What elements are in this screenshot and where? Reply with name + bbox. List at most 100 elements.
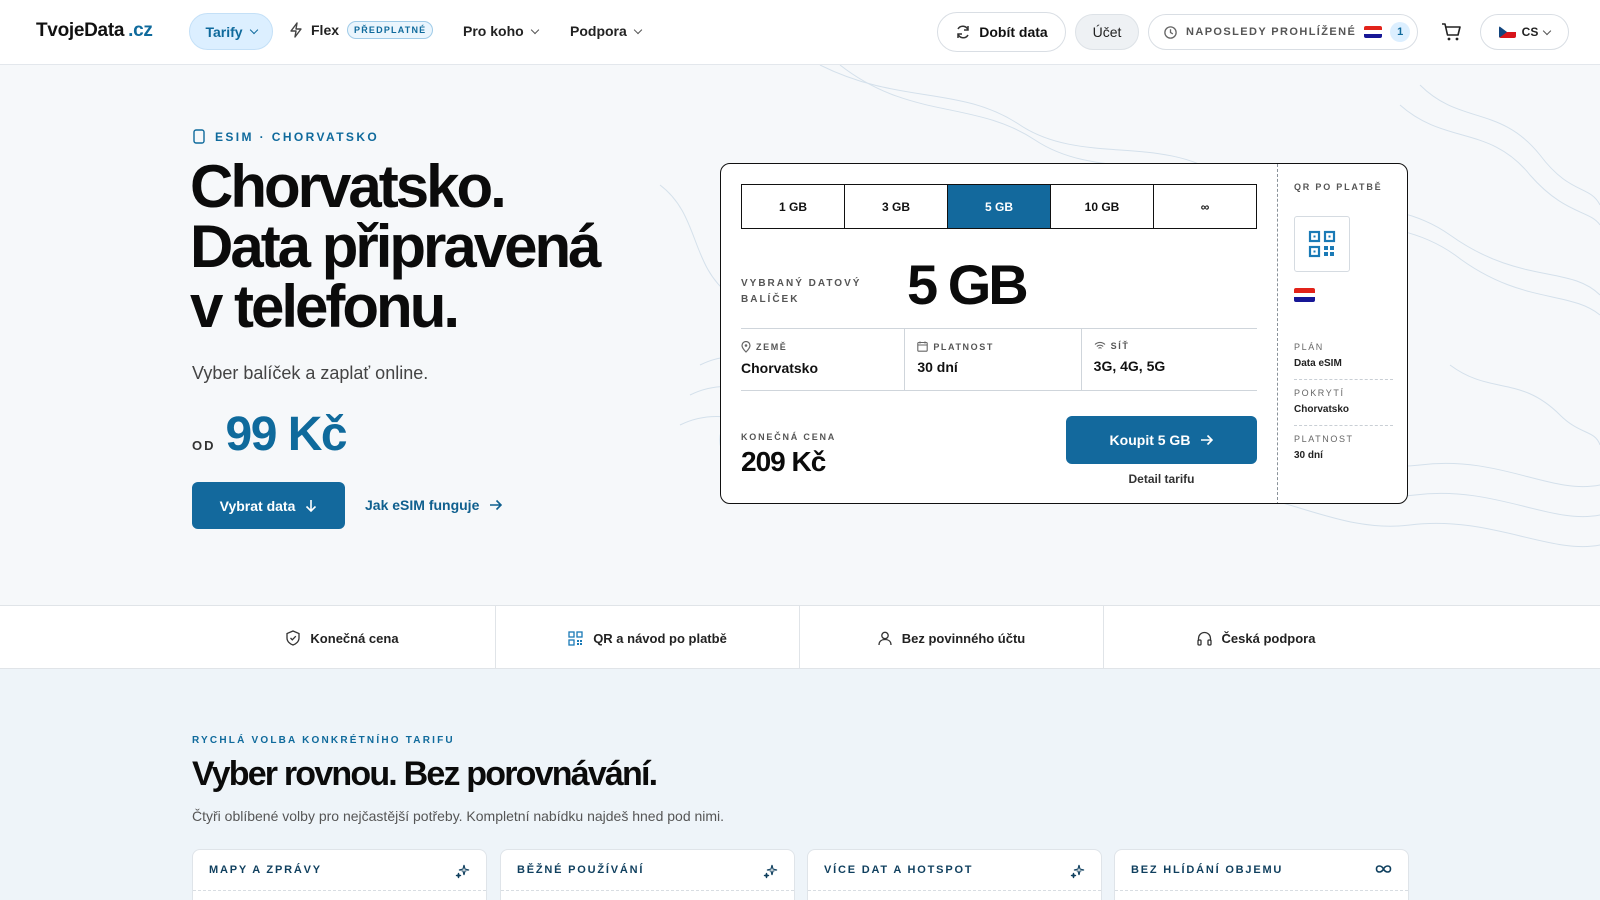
feature-item: QR a návod po platbě: [496, 606, 800, 670]
select-data-button[interactable]: Vybrat data: [192, 482, 345, 529]
hero-subtitle: Vyber balíček a zaplať online.: [192, 363, 429, 383]
how-esim-works-label: Jak eSIM funguje: [365, 497, 480, 513]
package-option[interactable]: 10 GB: [1051, 185, 1154, 228]
feature-item: Konečná cena: [190, 606, 496, 670]
sparkle-icon: [1070, 864, 1085, 879]
quick-pick-section: RYCHLÁ VOLBA KONKRÉTNÍHO TARIFU Vyber ro…: [0, 669, 1600, 900]
hero-eyebrow: ESIM · CHORVATSKO: [193, 129, 379, 144]
subscription-badge: PŘEDPLATNÉ: [347, 21, 434, 39]
nav-podpora[interactable]: Podpora: [570, 23, 643, 39]
tariff-card[interactable]: MAPY A ZPRÁVY: [192, 849, 487, 900]
logo-main: TvojeData: [36, 20, 125, 41]
summary-key: POKRYTÍ: [1294, 388, 1345, 398]
tariff-card[interactable]: BĚŽNÉ POUŽÍVÁNÍ: [500, 849, 795, 900]
package-option-selected[interactable]: 5 GB: [948, 185, 1051, 228]
nav-pro-koho[interactable]: Pro koho: [463, 23, 539, 39]
network-value: 3G, 4G, 5G: [1093, 358, 1166, 374]
site-header: TvojeData .cz Tarify Flex PŘEDPLATNÉ Pro …: [0, 0, 1600, 65]
plan-summary: PLÁN Data eSIM POKRYTÍ Chorvatsko PLATNO…: [1294, 334, 1393, 471]
final-price-value: 209 Kč: [741, 446, 826, 477]
card-divider: [1115, 890, 1408, 891]
country-caption: ZEMĚ: [756, 342, 788, 352]
logo-tld: .cz: [128, 20, 153, 41]
hero-title-line: v telefonu.: [190, 273, 460, 340]
nav-podpora-label: Podpora: [570, 23, 627, 39]
summary-plan: PLÁN Data eSIM: [1294, 334, 1393, 380]
location-pin-icon: [741, 341, 751, 353]
package-option[interactable]: ∞: [1154, 185, 1256, 228]
plan-card: 1 GB 3 GB 5 GB 10 GB ∞ VYBRANÝ DATOVÝ BA…: [720, 163, 1408, 504]
package-option[interactable]: 1 GB: [742, 185, 845, 228]
history-icon: [1164, 25, 1177, 39]
plan-info-row: ZEMĚ Chorvatsko PLATNOST 30 dní SÍŤ 3G, …: [741, 328, 1257, 391]
tariff-card-label: BĚŽNÉ POUŽÍVÁNÍ: [517, 864, 645, 876]
feature-label: QR a návod po platbě: [593, 630, 727, 646]
chevron-down-icon: [1543, 26, 1552, 35]
feature-item: Bez povinného účtu: [800, 606, 1104, 670]
data-package-selector: 1 GB 3 GB 5 GB 10 GB ∞: [741, 184, 1257, 229]
feature-label: Bez povinného účtu: [901, 630, 1026, 646]
nav-tarify[interactable]: Tarify: [189, 13, 273, 50]
hero-section: ESIM · CHORVATSKO Chorvatsko. Data připr…: [0, 65, 1600, 605]
section-title: Vyber rovnou. Bez porovnávání.: [192, 755, 658, 793]
recent-count-badge: 1: [1390, 22, 1411, 42]
language-selector[interactable]: CS: [1480, 14, 1569, 50]
buy-button[interactable]: Koupit 5 GB: [1066, 416, 1257, 464]
recently-viewed-button[interactable]: NAPOSLEDY PROHLÍŽENÉ 1: [1148, 14, 1418, 50]
qr-caption: QR PO PLATBĚ: [1294, 182, 1383, 192]
phone-icon: [193, 129, 205, 144]
sparkle-icon: [455, 864, 470, 879]
top-up-button[interactable]: Dobít data: [937, 12, 1066, 52]
hero-title: Chorvatsko. Data připravená v telefonu.: [190, 157, 690, 337]
chevron-down-icon: [249, 25, 258, 35]
validity-info: PLATNOST 30 dní: [905, 329, 1082, 390]
wifi-icon: [1094, 341, 1106, 349]
tariff-card-label: MAPY A ZPRÁVY: [209, 864, 322, 876]
arrow-down-icon: [306, 500, 317, 512]
plan-detail-link[interactable]: Detail tarifu: [1066, 472, 1257, 486]
nav-flex[interactable]: Flex PŘEDPLATNÉ: [289, 21, 434, 39]
refresh-icon: [957, 25, 970, 39]
sparkle-icon: [763, 864, 778, 879]
plan-card-side: QR PO PLATBĚ PLÁN Data eSIM POKRYTÍ Chor…: [1277, 164, 1407, 503]
hero-title-line: Chorvatsko.: [190, 153, 507, 220]
how-esim-works-link[interactable]: Jak eSIM funguje: [365, 497, 503, 513]
final-price-caption: KONEČNÁ CENA: [741, 432, 837, 442]
network-info: SÍŤ 3G, 4G, 5G: [1082, 329, 1257, 390]
account-button[interactable]: Účet: [1075, 14, 1139, 50]
price-from: OD 99 Kč: [192, 407, 348, 462]
lightning-icon: [290, 22, 302, 38]
features-strip: Konečná cena QR a návod po platbě Bez po…: [0, 605, 1600, 670]
czech-flag-icon: [1498, 26, 1516, 38]
card-divider: [808, 890, 1101, 891]
feature-item: Česká podpora: [1104, 606, 1408, 670]
cart-icon[interactable]: [1441, 22, 1463, 42]
package-option[interactable]: 3 GB: [845, 185, 948, 228]
headphones-icon: [1196, 631, 1212, 646]
qr-code-icon: [568, 630, 583, 646]
user-icon: [878, 631, 892, 645]
top-up-label: Dobít data: [979, 24, 1048, 40]
section-subtitle: Čtyři oblíbené volby pro nejčastější pot…: [192, 808, 725, 824]
calendar-icon: [917, 341, 929, 352]
tariff-card[interactable]: BEZ HLÍDÁNÍ OBJEMU: [1114, 849, 1409, 900]
tariff-card[interactable]: VÍCE DAT A HOTSPOT: [807, 849, 1102, 900]
summary-key: PLATNOST: [1294, 434, 1354, 444]
section-eyebrow: RYCHLÁ VOLBA KONKRÉTNÍHO TARIFU: [192, 735, 455, 746]
tariff-card-label: VÍCE DAT A HOTSPOT: [824, 864, 974, 876]
summary-value: Data eSIM: [1294, 358, 1342, 369]
nav-flex-label: Flex: [311, 22, 340, 38]
summary-value: Chorvatsko: [1294, 404, 1350, 415]
infinity-icon: [1375, 865, 1392, 873]
shield-check-icon: [286, 630, 301, 646]
chevron-down-icon: [633, 25, 643, 34]
country-info: ZEMĚ Chorvatsko: [741, 329, 906, 390]
select-data-label: Vybrat data: [219, 497, 296, 514]
arrow-right-icon: [490, 499, 503, 511]
site-logo[interactable]: TvojeData .cz: [36, 20, 153, 42]
chevron-down-icon: [530, 25, 539, 34]
nav-pro-koho-label: Pro koho: [463, 23, 524, 39]
hero-eyebrow-text: ESIM · CHORVATSKO: [215, 129, 380, 144]
network-caption: SÍŤ: [1110, 341, 1130, 351]
qr-code-icon: [1308, 230, 1336, 258]
